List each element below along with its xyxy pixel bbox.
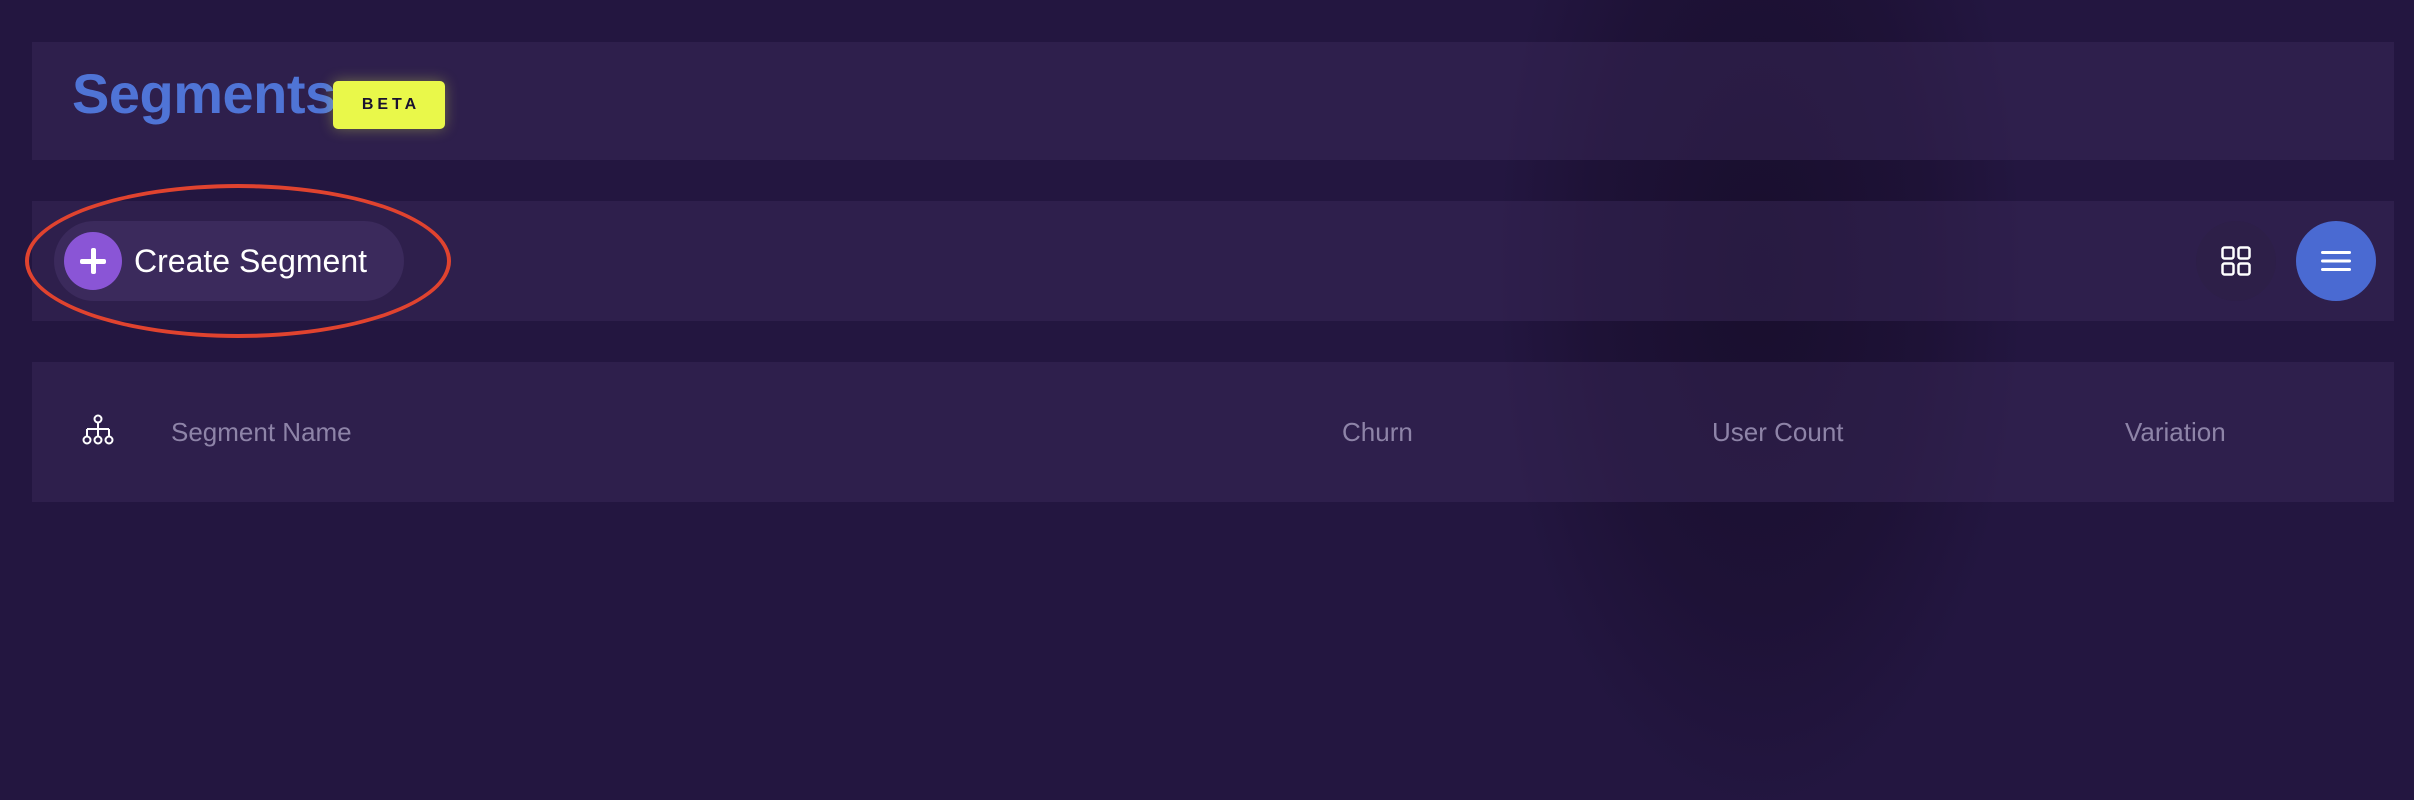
create-segment-button[interactable]: Create Segment <box>54 221 404 301</box>
page-title: Segments <box>72 62 336 125</box>
toolbar: Create Segment <box>32 201 2394 321</box>
list-view-button[interactable] <box>2296 221 2376 301</box>
grid-view-button[interactable] <box>2196 221 2276 301</box>
beta-badge: BETA <box>333 81 445 129</box>
grid-icon <box>2221 246 2251 276</box>
create-segment-label: Create Segment <box>134 242 368 279</box>
list-icon <box>2321 251 2351 271</box>
column-header-user-count[interactable]: User Count <box>1712 362 1844 502</box>
column-header-segment-name[interactable]: Segment Name <box>171 362 352 502</box>
hierarchy-icon <box>82 414 114 451</box>
plus-icon <box>64 232 122 290</box>
segments-table-header: Segment Name Churn User Count Variation <box>32 362 2394 502</box>
column-header-variation[interactable]: Variation <box>2125 362 2226 502</box>
column-header-churn[interactable]: Churn <box>1342 362 1413 502</box>
page-header: Segments BETA <box>32 42 2394 160</box>
